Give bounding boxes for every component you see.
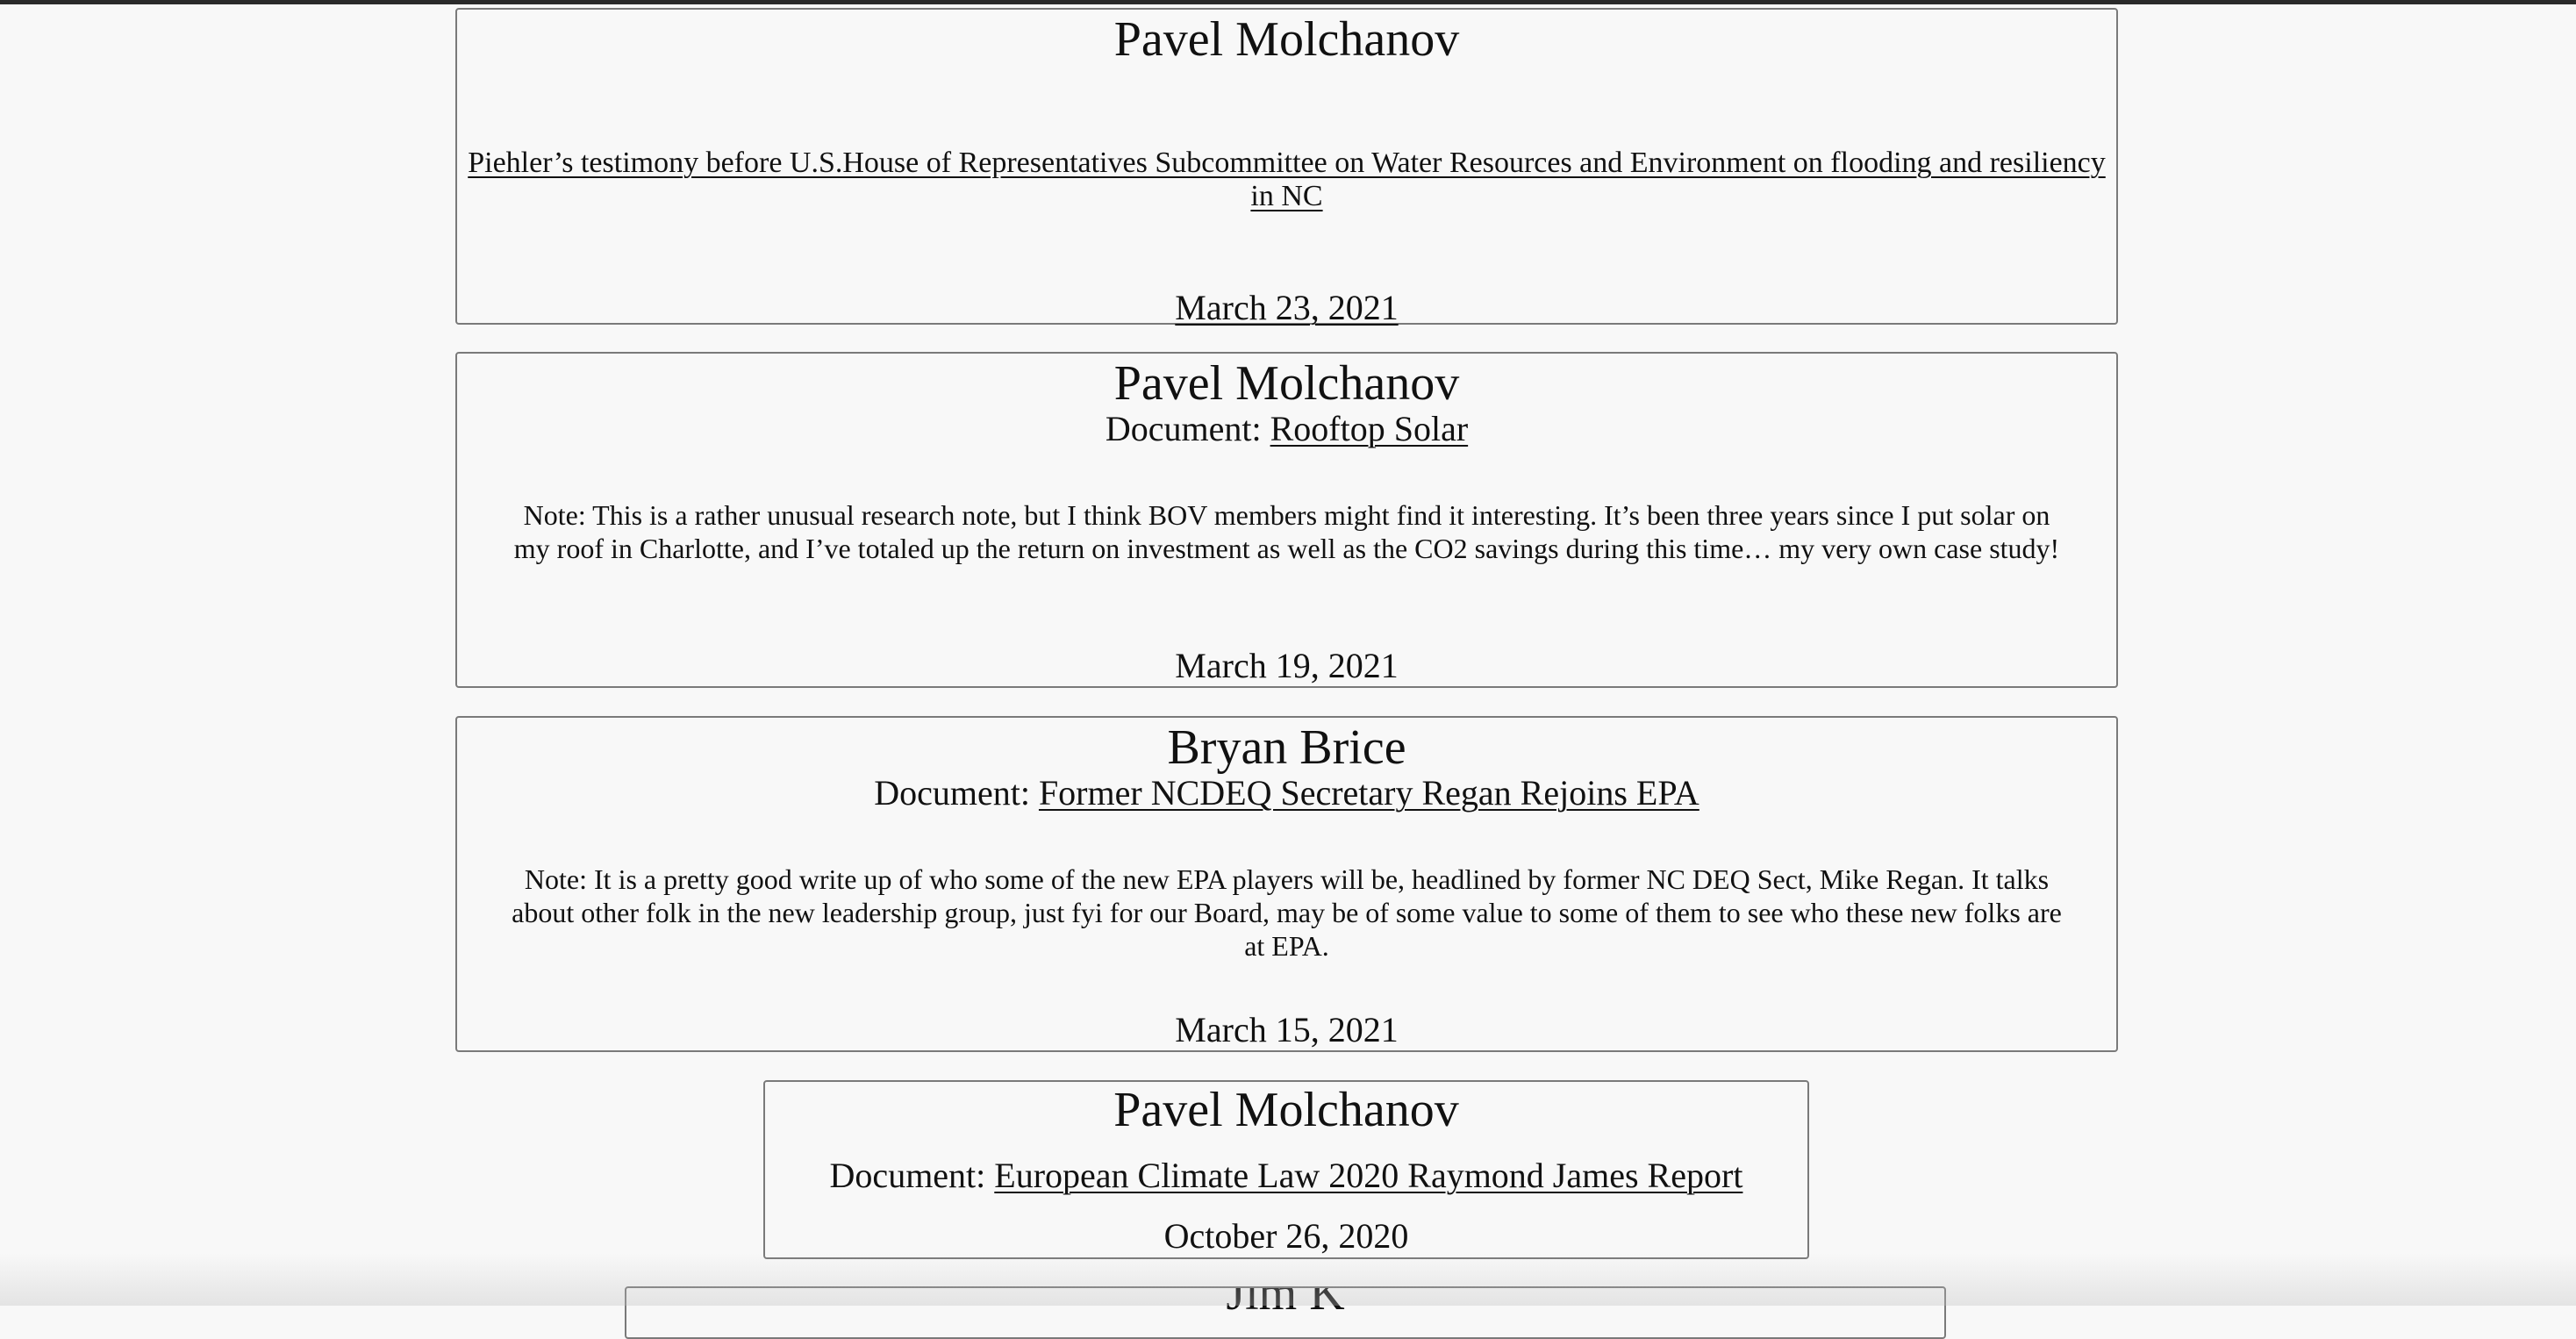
document-line: Document: European Climate Law 2020 Raym… [765, 1156, 1807, 1195]
document-line: Document: Rooftop Solar [457, 410, 2116, 448]
document-line: Document: Former NCDEQ Secretary Regan R… [457, 774, 2116, 813]
document-label: Document: [1106, 409, 1270, 448]
post-date-link[interactable]: March 23, 2021 [1175, 288, 1398, 327]
post-card: Pavel Molchanov Piehler’s testimony befo… [455, 8, 2118, 325]
document-link[interactable]: European Climate Law 2020 Raymond James … [994, 1156, 1742, 1195]
author-name: Jim K [626, 1286, 1944, 1318]
post-date[interactable]: March 23, 2021 [457, 290, 2116, 326]
testimony-link[interactable]: Piehler’s testimony before U.S.House of … [468, 147, 2106, 212]
post-date: October 26, 2020 [765, 1219, 1807, 1254]
document-link[interactable]: Rooftop Solar [1270, 409, 1469, 448]
post-date: March 15, 2021 [457, 1013, 2116, 1048]
window-top-bar [0, 0, 2576, 4]
post-date: March 19, 2021 [457, 648, 2116, 684]
author-name: Pavel Molchanov [457, 359, 2116, 408]
author-name: Pavel Molchanov [765, 1085, 1807, 1135]
author-name: Pavel Molchanov [457, 15, 2116, 64]
document-label: Document: [874, 773, 1039, 813]
post-note: Note: It is a pretty good write up of wh… [505, 863, 2068, 963]
author-name: Bryan Brice [457, 723, 2116, 772]
post-card: Pavel Molchanov Document: European Clima… [763, 1080, 1809, 1259]
document-label: Document: [830, 1156, 995, 1195]
document-link[interactable]: Former NCDEQ Secretary Regan Rejoins EPA [1039, 773, 1699, 813]
post-card-partial: Jim K [625, 1286, 1946, 1339]
post-note: Note: This is a rather unusual research … [510, 498, 2064, 565]
post-card: Pavel Molchanov Document: Rooftop Solar … [455, 352, 2118, 688]
post-card: Bryan Brice Document: Former NCDEQ Secre… [455, 716, 2118, 1052]
